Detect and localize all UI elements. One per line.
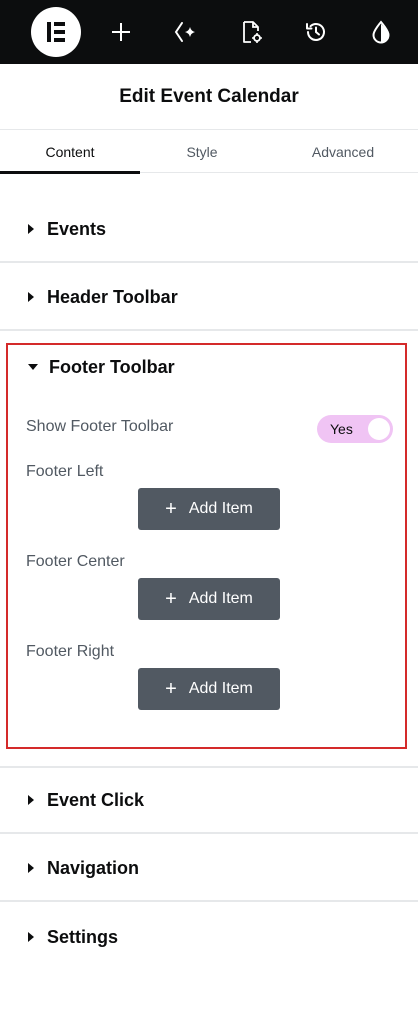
ai-button[interactable] [161,7,211,57]
add-item-label: Add Item [188,500,253,517]
section-title: Event Click [47,789,145,810]
section-title: Header Toolbar [47,286,178,307]
history-icon [306,23,325,41]
section-events[interactable]: Events [0,197,418,263]
show-footer-toolbar-label: Show Footer Toolbar [26,418,174,435]
footer-right-add-item-button[interactable]: + Add Item [138,668,280,710]
ai-sparkle-icon [174,22,195,42]
history-button[interactable] [291,7,341,57]
plus-icon: + [165,678,177,700]
section-header-toolbar[interactable]: Header Toolbar [0,265,418,331]
elementor-logo-icon [31,7,81,57]
footer-left-add-item-button[interactable]: + Add Item [138,488,280,530]
section-event-click[interactable]: Event Click [0,768,418,834]
caret-down-icon [28,364,38,370]
show-footer-toolbar-toggle[interactable]: Yes [317,415,393,443]
section-settings[interactable]: Settings [0,904,418,970]
section-footer-toolbar-header[interactable]: Footer Toolbar [8,345,405,389]
section-title: Navigation [47,857,140,878]
add-element-button[interactable] [96,7,146,57]
plus-icon [112,23,130,41]
toggle-value: Yes [330,421,353,437]
section-title: Footer Toolbar [49,356,175,377]
top-toolbar [0,0,418,64]
toggle-knob [368,418,390,440]
caret-right-icon [28,224,34,234]
elementor-logo-button[interactable] [31,7,81,57]
plus-icon: + [165,588,177,610]
footer-right-label: Footer Right [26,643,115,660]
page-title: Edit Event Calendar [119,85,299,107]
plus-icon: + [165,498,177,520]
section-title: Settings [47,926,119,947]
tab-style[interactable]: Style [132,131,272,173]
footer-left-label: Footer Left [26,463,104,480]
footer-center-add-item-button[interactable]: + Add Item [138,578,280,620]
panel-header: Edit Event Calendar [0,64,418,130]
add-item-label: Add Item [188,590,253,607]
caret-right-icon [28,863,34,873]
site-settings-button[interactable] [356,7,406,57]
tab-bar: Content Style Advanced [0,131,418,174]
site-settings-icon [372,20,390,44]
footer-center-label: Footer Center [26,553,125,570]
tab-content[interactable]: Content [0,131,140,174]
page-settings-icon [243,21,262,43]
page-settings-button[interactable] [226,7,276,57]
section-navigation[interactable]: Navigation [0,836,418,902]
tab-advanced[interactable]: Advanced [273,131,413,173]
caret-right-icon [28,795,34,805]
section-title: Events [47,218,107,239]
caret-right-icon [28,932,34,942]
section-footer-toolbar: Footer Toolbar Show Footer Toolbar Yes F… [6,343,407,749]
caret-right-icon [28,292,34,302]
add-item-label: Add Item [188,680,253,697]
